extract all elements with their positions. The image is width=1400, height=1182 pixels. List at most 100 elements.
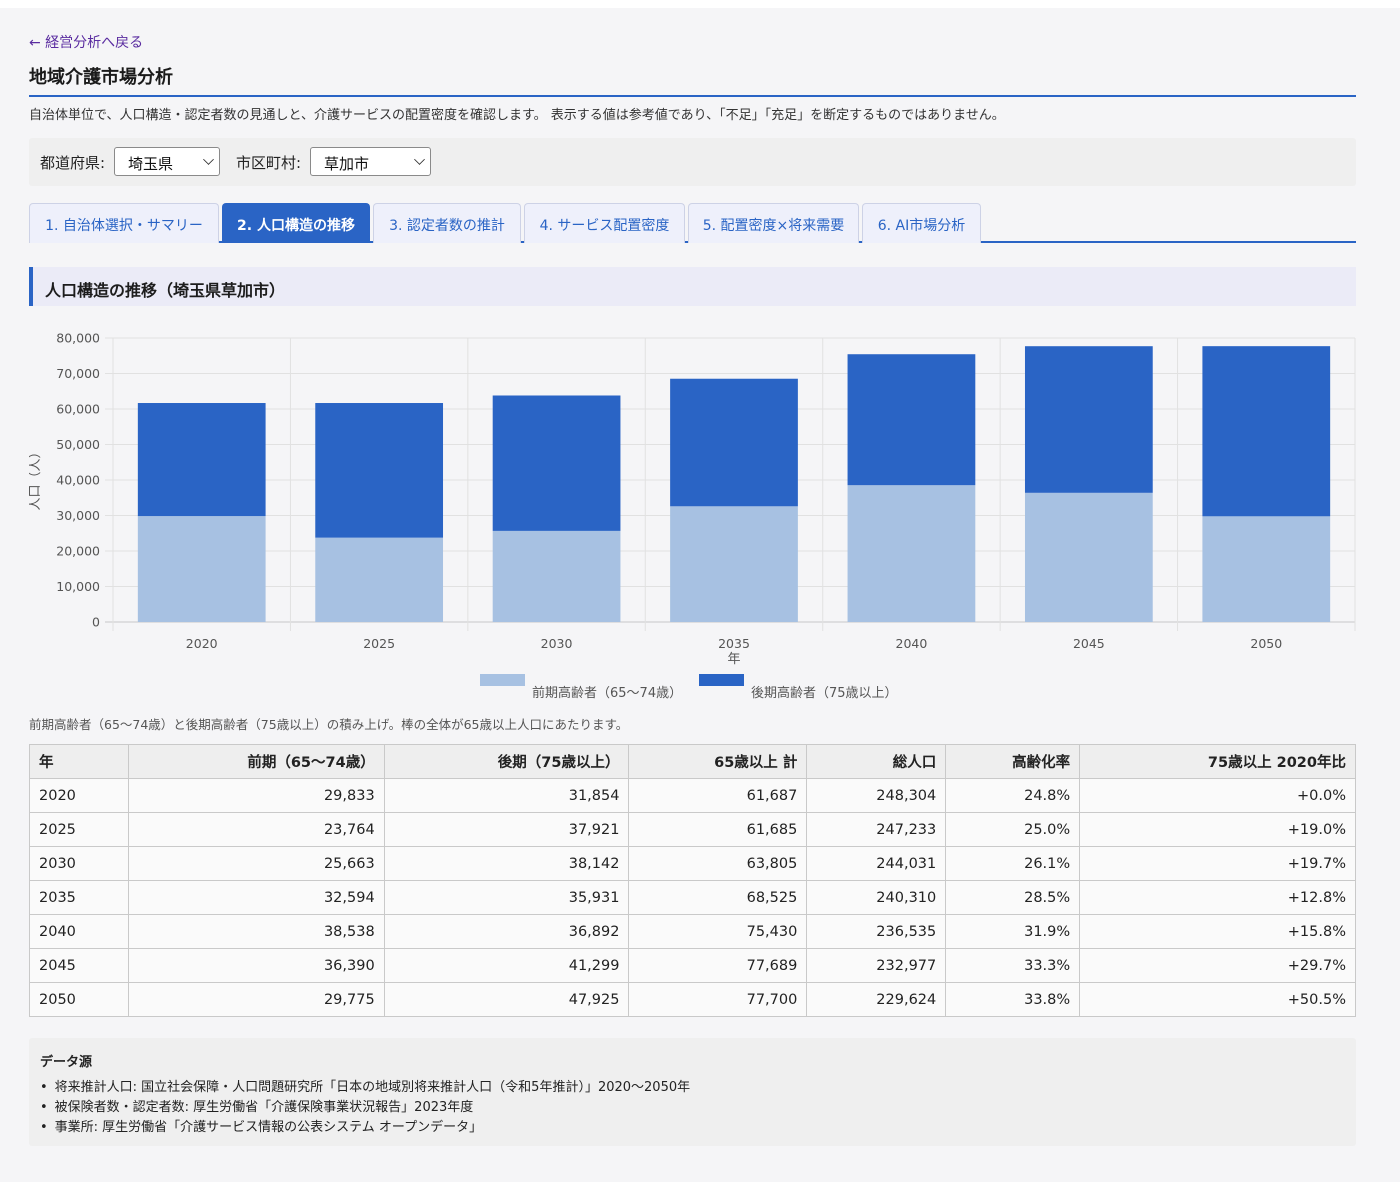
table-cell: 240,310 bbox=[806, 880, 947, 915]
back-to-management-analysis-link[interactable]: ← 経営分析へ戻る bbox=[29, 32, 143, 52]
y-axis-label: 人口（人） bbox=[29, 445, 43, 510]
table-cell: 26.1% bbox=[945, 846, 1081, 881]
bar-segment-late-elderly bbox=[492, 395, 621, 531]
table-cell: 33.8% bbox=[945, 982, 1081, 1017]
table-cell: 77,700 bbox=[628, 982, 808, 1017]
data-source-box: データ源 将来推計人口: 国立社会保障・人口問題研究所「日本の地域別将来推計人口… bbox=[29, 1038, 1356, 1146]
bar-segment-early-elderly bbox=[492, 530, 621, 622]
table-row: 2035 32,594 35,931 68,525 240,310 28.5% +12.8% bbox=[29, 880, 1356, 915]
table-header-row: 年前期（65〜74歳） 後期（75歳以上） 65歳以上 計総人口 高齢化率 75歳以上 … bbox=[29, 744, 1356, 779]
bar-segment-early-elderly bbox=[1024, 492, 1153, 622]
table-cell: 232,977 bbox=[806, 948, 947, 983]
y-tick-label: 20,000 bbox=[56, 544, 100, 559]
tab-density-future-demand[interactable]: 5. 配置密度×将来需要 bbox=[688, 203, 859, 243]
table-cell: 25.0% bbox=[945, 812, 1081, 847]
table-cell: 248,304 bbox=[806, 778, 947, 813]
bar-segment-early-elderly bbox=[137, 516, 266, 622]
section-title: 人口構造の推移（埼玉県草加市） bbox=[45, 281, 286, 300]
x-tick-label: 2045 bbox=[1073, 636, 1105, 651]
table-cell: 2045 bbox=[29, 948, 129, 983]
x-tick-label: 2035 bbox=[718, 636, 750, 651]
table-cell: 77,689 bbox=[628, 948, 808, 983]
region-filter-bar: 都道府県: 埼玉県 市区町村: 草加市 bbox=[29, 138, 1356, 186]
table-cell: 32,594 bbox=[127, 880, 385, 915]
bar-segment-late-elderly bbox=[1024, 346, 1153, 493]
tab-service-density[interactable]: 4. サービス配置密度 bbox=[524, 203, 685, 243]
table-cell: +0.0% bbox=[1079, 778, 1356, 813]
chart-note: 前期高齢者（65〜74歳）と後期高齢者（75歳以上）の積み上げ。棒の全体が65歳… bbox=[29, 717, 629, 732]
title-divider bbox=[29, 95, 1356, 97]
prefecture-label: 都道府県: bbox=[40, 154, 106, 172]
table-cell: +29.7% bbox=[1079, 948, 1356, 983]
table-cell: 75,430 bbox=[628, 914, 808, 949]
table-cell: 2020 bbox=[29, 778, 129, 813]
bar-segment-late-elderly bbox=[137, 403, 266, 517]
bar-segment-late-elderly bbox=[1202, 346, 1331, 517]
table-cell: 47,925 bbox=[383, 982, 630, 1017]
table-cell: 2050 bbox=[29, 982, 129, 1017]
tab-population-structure[interactable]: 2. 人口構造の推移 bbox=[222, 203, 370, 243]
table-cell: 2040 bbox=[29, 914, 129, 949]
table-cell: 41,299 bbox=[383, 948, 630, 983]
chart-bars bbox=[137, 346, 1331, 622]
bar-segment-late-elderly bbox=[847, 354, 976, 486]
table-header-cell: 75歳以上 2020年比 bbox=[1079, 744, 1356, 779]
x-tick-label: 2030 bbox=[541, 636, 573, 651]
table-cell: +19.7% bbox=[1079, 846, 1356, 881]
table-header-cell: 高齢化率 bbox=[945, 744, 1081, 779]
table-cell: 2035 bbox=[29, 880, 129, 915]
chevron-down-icon bbox=[203, 154, 214, 165]
table-cell: 29,833 bbox=[127, 778, 385, 813]
tab-ai-market-analysis[interactable]: 6. AI市場分析 bbox=[862, 203, 981, 243]
page-title: 地域介護市場分析 bbox=[29, 67, 173, 88]
legend-swatch bbox=[699, 674, 744, 686]
table-cell: 2025 bbox=[29, 812, 129, 847]
city-select-value: 草加市 bbox=[324, 155, 370, 173]
table-cell: 25,663 bbox=[127, 846, 385, 881]
prefecture-select[interactable]: 埼玉県 bbox=[114, 147, 220, 176]
y-tick-label: 80,000 bbox=[56, 331, 100, 346]
tab-summary[interactable]: 1. 自治体選択・サマリー bbox=[29, 203, 219, 243]
table-row: 2045 36,390 41,299 77,689 232,977 33.3% +29.7% bbox=[29, 948, 1356, 983]
y-tick-label: 30,000 bbox=[56, 508, 100, 523]
table-cell: 61,685 bbox=[628, 812, 808, 847]
y-tick-label: 0 bbox=[92, 615, 100, 630]
table-cell: 236,535 bbox=[806, 914, 947, 949]
table-cell: 63,805 bbox=[628, 846, 808, 881]
table-row: 2050 29,775 47,925 77,700 229,624 33.8% +50.5% bbox=[29, 982, 1356, 1017]
table-cell: 33.3% bbox=[945, 948, 1081, 983]
table-cell: 37,921 bbox=[383, 812, 630, 847]
legend-label: 前期高齢者（65〜74歳） bbox=[532, 686, 683, 701]
y-axis-ticks: 0 10,000 20,000 30,000 40,000 50,000 60,000 70,… bbox=[56, 331, 100, 630]
table-row: 2020 29,833 31,854 61,687 248,304 24.8% +0.0% bbox=[29, 778, 1356, 813]
table-cell: 229,624 bbox=[806, 982, 947, 1017]
table-cell: 35,931 bbox=[383, 880, 630, 915]
table-cell: 38,142 bbox=[383, 846, 630, 881]
table-cell: 29,775 bbox=[127, 982, 385, 1017]
y-tick-label: 40,000 bbox=[56, 473, 100, 488]
x-axis-label: 年 bbox=[727, 652, 740, 667]
tab-certified-estimate[interactable]: 3. 認定者数の推計 bbox=[373, 203, 521, 243]
table-cell: 23,764 bbox=[127, 812, 385, 847]
city-select[interactable]: 草加市 bbox=[310, 147, 431, 176]
legend-label: 後期高齢者（75歳以上） bbox=[751, 686, 898, 701]
city-label: 市区町村: bbox=[236, 154, 302, 172]
data-source-title: データ源 bbox=[40, 1055, 93, 1070]
bar-segment-early-elderly bbox=[315, 537, 444, 622]
section-header: 人口構造の推移（埼玉県草加市） bbox=[29, 267, 1356, 306]
table-header-cell: 前期（65〜74歳） bbox=[127, 744, 385, 779]
table-header-cell: 後期（75歳以上） bbox=[383, 744, 630, 779]
x-tick-label: 2040 bbox=[896, 636, 928, 651]
table-row: 2040 38,538 36,892 75,430 236,535 31.9% +15.8% bbox=[29, 914, 1356, 949]
table-row: 2025 23,764 37,921 61,685 247,233 25.0% +19.0% bbox=[29, 812, 1356, 847]
table-cell: 2030 bbox=[29, 846, 129, 881]
bar-segment-early-elderly bbox=[670, 506, 798, 622]
table-cell: 247,233 bbox=[806, 812, 947, 847]
bar-segment-early-elderly bbox=[1202, 516, 1331, 622]
y-tick-label: 10,000 bbox=[56, 579, 100, 594]
table-cell: +15.8% bbox=[1079, 914, 1356, 949]
table-cell: 68,525 bbox=[628, 880, 808, 915]
bar-segment-late-elderly bbox=[670, 378, 798, 507]
table-cell: 61,687 bbox=[628, 778, 808, 813]
page-description: 自治体単位で、人口構造・認定者数の見通しと、介護サービスの配置密度を確認します。… bbox=[29, 108, 1005, 123]
